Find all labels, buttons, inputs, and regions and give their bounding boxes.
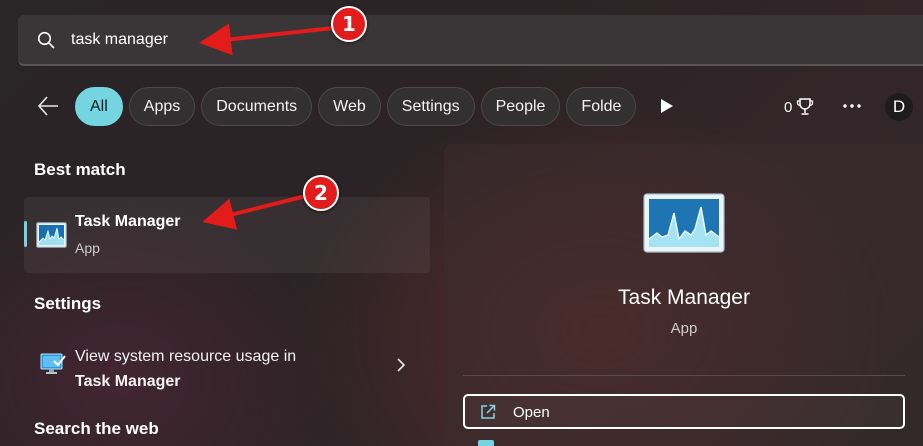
preview-title: Task Manager	[618, 286, 750, 309]
settings-heading: Settings	[34, 294, 102, 313]
filter-chip-people[interactable]: People	[480, 87, 561, 126]
annotation-marker-1: 1	[331, 6, 367, 42]
rewards-points[interactable]: 0	[784, 96, 814, 118]
search-icon	[37, 31, 55, 49]
task-manager-large-icon	[643, 193, 725, 253]
more-options-icon[interactable]	[843, 103, 861, 109]
play-icon[interactable]	[660, 98, 674, 114]
filter-chip-documents[interactable]: Documents	[201, 87, 313, 126]
settings-result-line2: Task Manager	[75, 373, 181, 390]
preview-subtitle: App	[670, 320, 698, 337]
filter-chips: All Apps Documents Web Settings People F…	[75, 87, 638, 127]
annotation-marker-2: 2	[303, 175, 339, 211]
preview-divider	[463, 375, 905, 376]
task-manager-icon	[36, 222, 67, 248]
monitor-check-icon	[40, 353, 66, 374]
filter-chip-all[interactable]: All	[75, 87, 123, 126]
best-match-heading: Best match	[34, 160, 126, 179]
best-match-result[interactable]	[24, 197, 430, 273]
chevron-right-icon[interactable]	[396, 357, 406, 373]
back-arrow-icon[interactable]	[36, 94, 60, 118]
best-match-title: Task Manager	[75, 213, 181, 230]
points-count: 0	[784, 98, 793, 116]
open-external-icon	[481, 404, 496, 419]
open-button-label: Open	[513, 404, 550, 421]
best-match-subtitle: App	[75, 240, 100, 256]
avatar[interactable]: D	[885, 93, 913, 121]
filter-chip-settings[interactable]: Settings	[386, 87, 475, 126]
filter-chip-apps[interactable]: Apps	[128, 87, 196, 126]
trophy-icon	[797, 98, 814, 115]
search-bar[interactable]	[18, 15, 923, 66]
selection-indicator	[24, 221, 27, 247]
filter-chip-folders[interactable]: Folde	[566, 87, 637, 126]
settings-result-line1: View system resource usage in	[75, 348, 297, 365]
search-web-heading: Search the web	[34, 419, 159, 438]
run-as-admin-icon[interactable]	[478, 440, 494, 446]
filter-chip-web[interactable]: Web	[318, 87, 381, 126]
search-input[interactable]	[71, 27, 671, 53]
settings-result-text: View system resource usage in Task Manag…	[75, 344, 296, 394]
open-button[interactable]: Open	[463, 394, 905, 429]
